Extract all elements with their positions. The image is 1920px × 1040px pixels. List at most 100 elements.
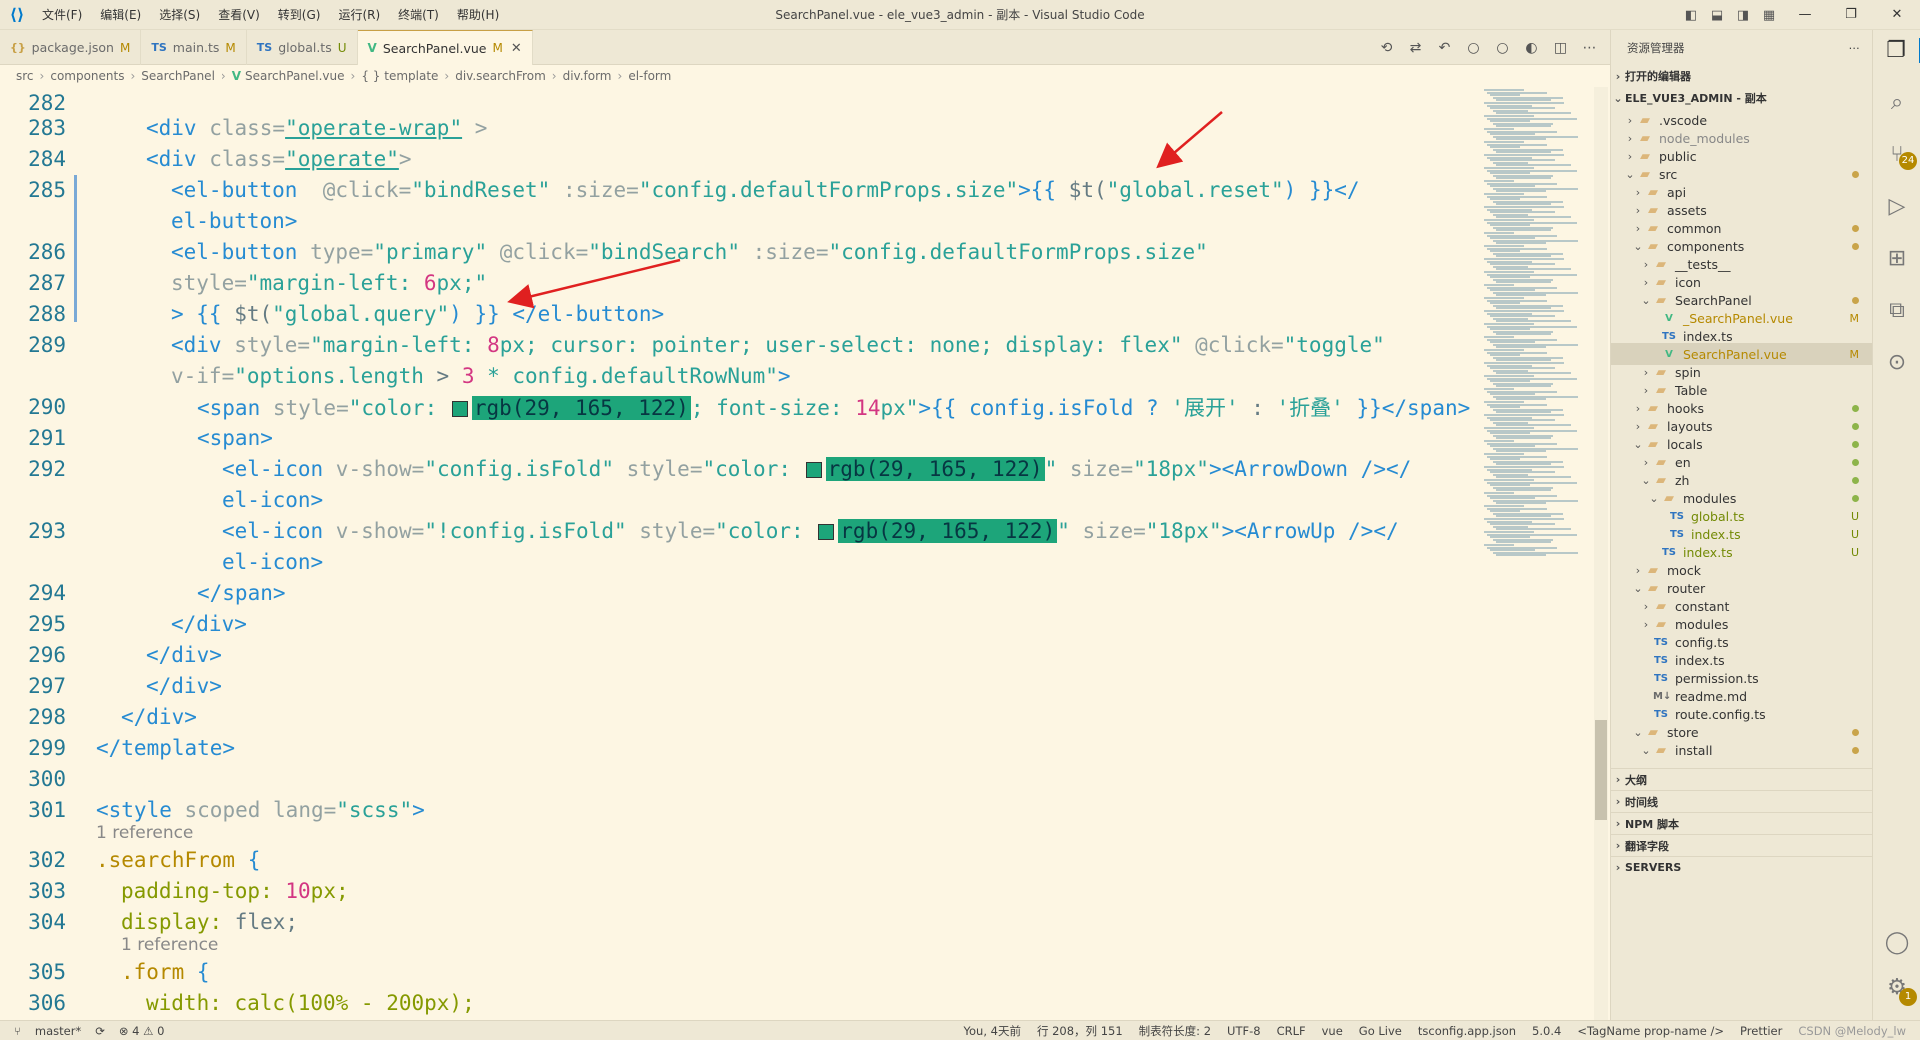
problems-count[interactable]: ⊗ 4 ⚠ 0 xyxy=(119,1024,165,1038)
minimize-button[interactable]: — xyxy=(1782,0,1828,30)
chevron-right-icon: › xyxy=(1615,817,1621,830)
toggle-sidebar-icon[interactable]: ◧ xyxy=(1678,8,1704,23)
customize-layout-icon[interactable]: ▦ xyxy=(1756,8,1782,23)
account-icon[interactable]: ◯ xyxy=(1873,930,1920,955)
codelens[interactable]: 1 reference xyxy=(0,821,1594,845)
prettier-status[interactable]: Prettier xyxy=(1740,1024,1782,1038)
tagname-indicator[interactable]: <TagName prop-name /> xyxy=(1577,1024,1724,1038)
toggle-blame-icon[interactable]: ◐ xyxy=(1519,40,1544,56)
color-swatch[interactable] xyxy=(451,400,468,417)
collapsed-section[interactable]: › 大纲 xyxy=(1611,768,1873,790)
chevron-right-icon: › xyxy=(1627,131,1633,145)
git-status-dot xyxy=(1852,438,1859,451)
editor-scrollbar-thumb[interactable] xyxy=(1595,720,1607,820)
encoding[interactable]: UTF-8 xyxy=(1227,1024,1261,1038)
minimap[interactable] xyxy=(1480,87,1590,1020)
breadcrumb-item[interactable]: src xyxy=(16,69,34,83)
go-live-button[interactable]: Go Live xyxy=(1359,1024,1402,1038)
more-actions-icon[interactable]: ⋯ xyxy=(1849,41,1861,55)
breadcrumb-item[interactable]: SearchPanel xyxy=(141,69,215,83)
code-line: 286 <el-button type="primary" @click="bi… xyxy=(0,236,1594,267)
sync-icon[interactable]: ⟳ xyxy=(95,1024,105,1038)
explorer-icon[interactable]: ❐ xyxy=(1873,38,1920,63)
toggle-secondary-sidebar-icon[interactable]: ◨ xyxy=(1730,8,1756,23)
menu-run[interactable]: 运行(R) xyxy=(330,0,388,30)
tab-searchpanel-vue[interactable]: V SearchPanel.vue M ✕ xyxy=(357,30,533,65)
git-blame[interactable]: You, 4天前 xyxy=(964,1023,1021,1039)
compare-changes-icon[interactable]: ⇄ xyxy=(1403,40,1428,56)
breadcrumb-item[interactable]: components xyxy=(50,69,124,83)
next-change-icon[interactable]: ○ xyxy=(1490,40,1515,56)
code-line: 300 xyxy=(0,763,1594,794)
tab-main-ts[interactable]: TS main.ts M xyxy=(141,30,247,65)
folder-icon: ▰ xyxy=(1656,274,1666,290)
code-line: 288 > {{ $t("global.query") }} </el-butt… xyxy=(0,298,1594,329)
tree-item-label: index.ts xyxy=(1683,544,1733,560)
language-mode[interactable]: vue xyxy=(1322,1024,1343,1038)
search-icon[interactable]: ⌕ xyxy=(1873,90,1920,115)
collapsed-section[interactable]: › 时间线 xyxy=(1611,790,1873,812)
codelens[interactable]: 1 reference xyxy=(0,933,1594,957)
tsconfig[interactable]: tsconfig.app.json xyxy=(1418,1024,1516,1038)
extensions-icon[interactable]: ⊞ xyxy=(1873,246,1920,271)
gitlens-icon[interactable]: ⊙ xyxy=(1873,350,1920,375)
breadcrumb-item[interactable]: el-form xyxy=(628,69,671,83)
menu-terminal[interactable]: 终端(T) xyxy=(390,0,447,30)
ts-file-icon: TS xyxy=(1653,654,1669,666)
ts-version[interactable]: 5.0.4 xyxy=(1532,1024,1561,1038)
menu-edit[interactable]: 编辑(E) xyxy=(92,0,149,30)
git-status-badge: U xyxy=(1850,509,1859,523)
more-actions-icon[interactable]: ⋯ xyxy=(1577,40,1602,56)
prev-change-icon[interactable]: ○ xyxy=(1461,40,1486,56)
line-number: 287 xyxy=(28,270,66,295)
git-status-dot xyxy=(1852,168,1859,181)
menu-go[interactable]: 转到(G) xyxy=(270,0,329,30)
editor-scrollbar[interactable] xyxy=(1594,87,1608,1020)
tab-package-json[interactable]: {} package.json M xyxy=(0,30,142,65)
project-root[interactable]: ⌄ ELE_VUE3_ADMIN - 副本 xyxy=(1611,87,1873,109)
breadcrumb-item[interactable]: div.form xyxy=(563,69,612,83)
close-tab-icon[interactable]: ✕ xyxy=(511,41,522,56)
menu-help[interactable]: 帮助(H) xyxy=(449,0,507,30)
split-editor-icon[interactable]: ◫ xyxy=(1548,40,1573,56)
open-editors-section[interactable]: › 打开的编辑器 xyxy=(1611,65,1873,87)
folder-icon: ▰ xyxy=(1656,598,1666,614)
ts-file-icon: TS xyxy=(1661,546,1677,558)
tab-global-ts[interactable]: TS global.ts U xyxy=(247,30,358,65)
menu-view[interactable]: 查看(V) xyxy=(210,0,268,30)
cursor-position[interactable]: 行 208，列 151 xyxy=(1037,1023,1123,1039)
color-swatch[interactable] xyxy=(818,523,835,540)
remote-explorer-icon[interactable]: ⧉ xyxy=(1873,298,1920,323)
breadcrumb: src › components › SearchPanel › V SearchPa… xyxy=(0,65,1610,87)
tree-folder[interactable]: ⌄ ▰ install xyxy=(1611,739,1873,761)
breadcrumb-item[interactable]: div.searchFrom xyxy=(455,69,546,83)
revert-icon[interactable]: ↶ xyxy=(1432,40,1457,56)
close-window-button[interactable]: ✕ xyxy=(1874,0,1920,30)
section-label: SERVERS xyxy=(1625,861,1682,874)
git-branch[interactable]: master* xyxy=(35,1024,81,1038)
collapsed-section[interactable]: › 翻译字段 xyxy=(1611,834,1873,856)
timeline-icon[interactable]: ⟲ xyxy=(1374,40,1399,56)
tree-item-label: zh xyxy=(1675,472,1690,488)
collapsed-section[interactable]: › NPM 脚本 xyxy=(1611,812,1873,834)
code-editor[interactable]: 282 283 <div class="operate-wrap" > 284 … xyxy=(0,87,1594,1020)
chevron-right-icon: › xyxy=(1635,185,1641,199)
folder-icon: ▰ xyxy=(1648,418,1658,434)
breadcrumb-item[interactable]: { } template xyxy=(361,69,438,83)
toggle-panel-icon[interactable]: ⬓ xyxy=(1704,8,1730,23)
folder-icon: ▰ xyxy=(1640,112,1650,128)
run-debug-icon[interactable]: ▷ xyxy=(1873,194,1920,219)
collapsed-section[interactable]: › SERVERS xyxy=(1611,856,1873,878)
folder-icon: ▰ xyxy=(1640,148,1650,164)
breadcrumb-item[interactable]: SearchPanel.vue xyxy=(245,69,345,83)
menu-selection[interactable]: 选择(S) xyxy=(151,0,208,30)
line-ending[interactable]: CRLF xyxy=(1277,1024,1306,1038)
menu-file[interactable]: 文件(F) xyxy=(34,0,90,30)
color-swatch[interactable] xyxy=(805,461,822,478)
line-number: 285 xyxy=(28,177,66,202)
restore-button[interactable]: ❐ xyxy=(1828,0,1874,30)
code-line: 297 </div> xyxy=(0,670,1594,701)
indentation[interactable]: 制表符长度: 2 xyxy=(1139,1023,1211,1039)
git-status-badge: U xyxy=(1850,545,1859,559)
code-line-wrap: el-icon> xyxy=(222,549,324,574)
